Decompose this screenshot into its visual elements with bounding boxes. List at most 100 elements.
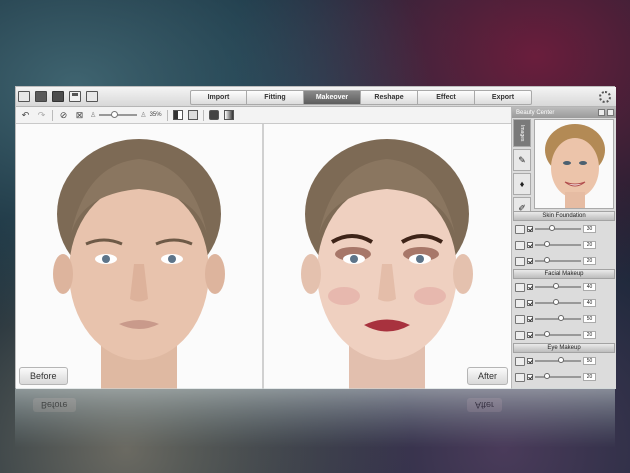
after-label: After xyxy=(466,367,508,385)
slider-value[interactable]: 50 xyxy=(583,357,596,365)
before-label-reflection: Before xyxy=(33,398,76,412)
zoom-out-icon[interactable]: ♙ xyxy=(90,111,96,119)
skin-foundation-section: Skin Foundation 30 20 20 xyxy=(513,211,615,269)
preset-preview-image[interactable] xyxy=(534,119,614,209)
grid-icon[interactable]: ⊠ xyxy=(74,110,85,121)
file-toolbar xyxy=(18,91,98,102)
slider-handle[interactable] xyxy=(558,357,564,363)
checkbox[interactable] xyxy=(527,242,533,248)
slider-handle[interactable] xyxy=(553,299,559,305)
tab-import[interactable]: Import xyxy=(190,90,247,105)
slider[interactable] xyxy=(535,331,581,337)
toolbar-divider xyxy=(202,109,204,121)
brush-icon[interactable]: ✎ xyxy=(513,149,531,171)
zoom-value: 35% xyxy=(149,112,162,118)
checkbox[interactable] xyxy=(527,258,533,264)
slider-value[interactable]: 20 xyxy=(583,331,596,339)
slider-row: 50 xyxy=(513,311,615,327)
slider-handle[interactable] xyxy=(553,283,559,289)
tab-reshape[interactable]: Reshape xyxy=(361,90,418,105)
teeth-icon xyxy=(515,330,525,340)
slider-row: 50 xyxy=(513,353,615,369)
window-reflection: Before After xyxy=(15,388,615,448)
before-label: Before xyxy=(19,367,68,385)
lipstick-tab-icon[interactable]: ♦ xyxy=(513,173,531,195)
split-view-icon[interactable] xyxy=(172,110,183,120)
slider-row: 40 xyxy=(513,295,615,311)
slider-value[interactable]: 40 xyxy=(583,283,596,291)
section-title: Facial Makeup xyxy=(513,269,615,279)
checkbox[interactable] xyxy=(527,300,533,306)
gradient-icon[interactable] xyxy=(223,110,234,120)
checkbox[interactable] xyxy=(527,284,533,290)
slider-row: 20 xyxy=(513,327,615,343)
loading-spinner-icon xyxy=(599,91,611,103)
open-folder-icon[interactable] xyxy=(35,91,47,102)
reset-icon[interactable]: ⊘ xyxy=(58,110,69,121)
slider[interactable] xyxy=(535,283,581,289)
slider-value[interactable]: 20 xyxy=(583,373,596,381)
slider-value[interactable]: 30 xyxy=(583,225,596,233)
slider-handle[interactable] xyxy=(544,257,550,263)
zoom-control: ♙ ♙ 35% xyxy=(90,111,162,119)
slider-handle[interactable] xyxy=(544,331,550,337)
after-panel: After xyxy=(264,124,510,389)
slider-handle[interactable] xyxy=(544,241,550,247)
eyeshadow-icon xyxy=(515,356,525,366)
checkbox[interactable] xyxy=(527,358,533,364)
slider[interactable] xyxy=(535,357,581,363)
slider-value[interactable]: 50 xyxy=(583,315,596,323)
save-icon[interactable] xyxy=(69,91,81,102)
slider-value[interactable]: 20 xyxy=(583,241,596,249)
after-label-reflection: After xyxy=(467,398,503,412)
edit-toolbar: ↶ ↷ ⊘ ⊠ ♙ ♙ 35% xyxy=(16,107,511,124)
slider-handle[interactable] xyxy=(558,315,564,321)
slider[interactable] xyxy=(535,257,581,263)
slider-value[interactable]: 40 xyxy=(583,299,596,307)
zoom-slider[interactable] xyxy=(99,111,138,118)
close-icon[interactable] xyxy=(607,109,614,116)
app-window: Import Fitting Makeover Reshape Effect E… xyxy=(15,86,616,389)
before-panel: Before xyxy=(16,124,262,389)
slider-handle[interactable] xyxy=(544,373,550,379)
eyeliner-icon xyxy=(515,372,525,382)
save-as-icon[interactable] xyxy=(86,91,98,102)
slider[interactable] xyxy=(535,373,581,379)
blush-icon xyxy=(515,240,525,250)
new-project-icon[interactable] xyxy=(18,91,30,102)
section-title: Eye Makeup xyxy=(513,343,615,353)
toolbar-divider xyxy=(166,109,168,121)
redo-icon[interactable]: ↷ xyxy=(36,110,47,121)
toolbar-divider xyxy=(52,109,53,121)
tab-images[interactable]: Images xyxy=(513,119,531,147)
tab-effect[interactable]: Effect xyxy=(418,90,475,105)
slider[interactable] xyxy=(535,225,581,231)
undo-icon[interactable]: ↶ xyxy=(20,110,31,121)
slider-value[interactable]: 20 xyxy=(583,257,596,265)
photo-area: Before After xyxy=(16,124,511,389)
contour-icon xyxy=(515,256,525,266)
after-face-image xyxy=(264,124,510,389)
slider-row: 40 xyxy=(513,279,615,295)
zoom-slider-handle[interactable] xyxy=(111,111,119,118)
swap-view-icon[interactable] xyxy=(187,110,198,120)
lipstick-icon xyxy=(515,282,525,292)
minimize-icon[interactable] xyxy=(598,109,605,116)
open-recent-icon[interactable] xyxy=(52,91,64,102)
slider[interactable] xyxy=(535,299,581,305)
slider[interactable] xyxy=(535,315,581,321)
checkbox[interactable] xyxy=(527,316,533,322)
checkbox[interactable] xyxy=(527,374,533,380)
slider-handle[interactable] xyxy=(549,225,555,231)
main-tabs: Import Fitting Makeover Reshape Effect E… xyxy=(190,90,532,105)
slider[interactable] xyxy=(535,241,581,247)
slider-row: 20 xyxy=(513,369,615,385)
snapshot-icon[interactable] xyxy=(208,110,219,120)
tab-export[interactable]: Export xyxy=(475,90,532,105)
zoom-in-icon[interactable]: ♙ xyxy=(140,111,146,119)
tab-makeover[interactable]: Makeover xyxy=(304,90,361,105)
checkbox[interactable] xyxy=(527,332,533,338)
lip-gloss-icon xyxy=(515,314,525,324)
tab-fitting[interactable]: Fitting xyxy=(247,90,304,105)
checkbox[interactable] xyxy=(527,226,533,232)
